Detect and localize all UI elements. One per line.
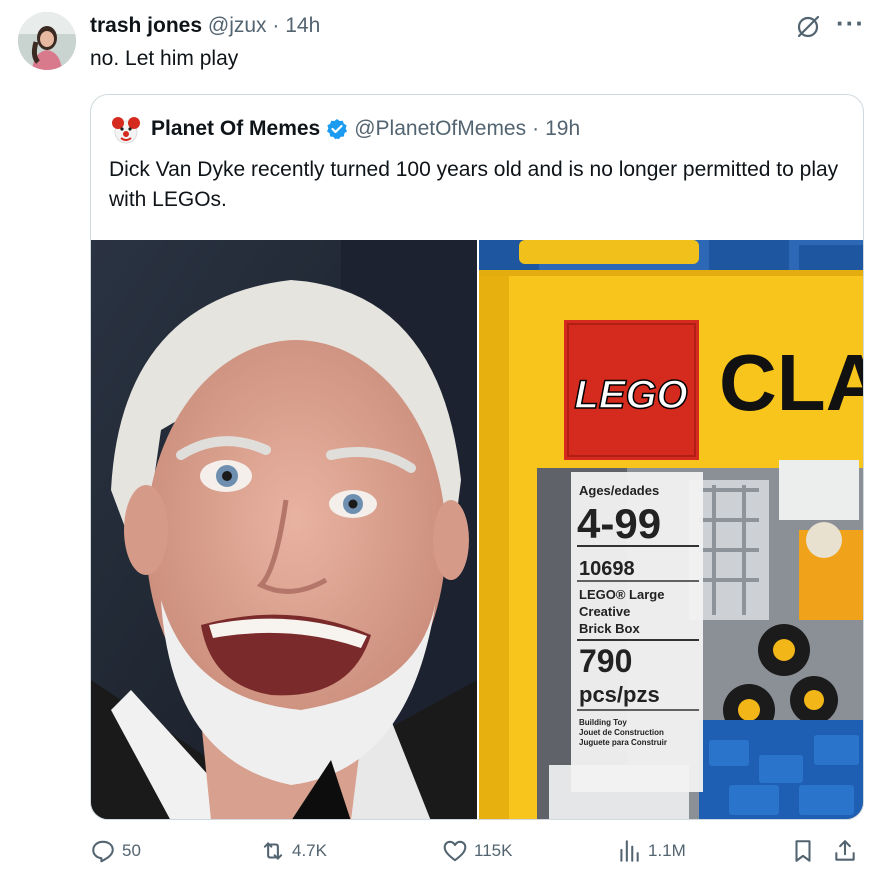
- tweet-time[interactable]: 14h: [285, 14, 320, 37]
- repost-icon: [263, 842, 283, 860]
- action-bar: 50 4.7K 115K 1.1M: [90, 838, 864, 868]
- lego-ages-label: Ages/edades: [579, 483, 659, 498]
- repost-button[interactable]: 4.7K: [260, 838, 327, 864]
- author-name[interactable]: trash jones: [90, 14, 202, 37]
- lego-set-number: 10698: [579, 558, 635, 580]
- quoted-header: Planet Of Memes @PlanetOfMemes · 19h: [151, 117, 580, 141]
- quoted-header-separator: ·: [532, 117, 540, 140]
- like-button[interactable]: 115K: [442, 838, 512, 864]
- repost-count: 4.7K: [292, 841, 327, 860]
- lego-box-photo[interactable]: LEGO CL Ages/edades 4-99 10698 LEGO® Lar…: [479, 240, 864, 819]
- lego-set-name-1: LEGO® Large: [579, 587, 664, 602]
- author-avatar[interactable]: [18, 12, 76, 70]
- quoted-author-name[interactable]: Planet Of Memes: [151, 117, 320, 141]
- views-button[interactable]: 1.1M: [616, 838, 686, 864]
- lego-box-title: CLA: [719, 338, 864, 427]
- lego-toy-line-2: Jouet de Construction: [579, 728, 664, 737]
- like-count: 115K: [474, 841, 513, 860]
- lego-toy-line-3: Juguete para Construir: [579, 738, 667, 747]
- tweet-text: no. Let him play: [90, 47, 239, 70]
- views-count: 1.1M: [648, 841, 686, 860]
- bookmark-button[interactable]: [790, 838, 822, 864]
- header-separator: ·: [272, 14, 280, 37]
- author-handle[interactable]: @jzux: [208, 14, 267, 37]
- reply-button[interactable]: 50: [90, 838, 141, 864]
- quoted-media[interactable]: LEGO CL Ages/edades 4-99 10698 LEGO® Lar…: [91, 240, 864, 819]
- quoted-author-avatar[interactable]: [109, 113, 143, 147]
- quoted-tweet-text: Dick Van Dyke recently turned 100 years …: [109, 158, 839, 211]
- reply-count: 50: [122, 841, 141, 860]
- lego-toy-line-1: Building Toy: [579, 718, 627, 727]
- verified-badge-icon: [327, 119, 348, 140]
- quoted-tweet[interactable]: Planet Of Memes @PlanetOfMemes · 19h Dic…: [90, 94, 864, 820]
- lego-pieces: 790: [579, 643, 632, 679]
- quoted-author-handle[interactable]: @PlanetOfMemes: [354, 117, 526, 141]
- grok-icon[interactable]: [795, 14, 821, 40]
- reply-icon: [92, 840, 114, 863]
- share-button[interactable]: [832, 838, 864, 864]
- bookmark-icon: [795, 840, 811, 862]
- views-icon: [620, 840, 639, 862]
- quoted-tweet-time[interactable]: 19h: [545, 117, 580, 141]
- portrait-photo[interactable]: [91, 240, 477, 819]
- lego-logo-text: LEGO: [574, 373, 687, 417]
- lego-set-name-3: Brick Box: [579, 621, 640, 636]
- tweet-header: trash jones @jzux · 14h: [90, 14, 320, 38]
- lego-ages: 4-99: [577, 500, 661, 547]
- lego-set-name-2: Creative: [579, 604, 630, 619]
- more-icon[interactable]: ···: [836, 8, 865, 39]
- lego-pieces-label: pcs/pzs: [579, 682, 660, 707]
- share-icon: [835, 840, 855, 861]
- like-icon: [443, 840, 467, 862]
